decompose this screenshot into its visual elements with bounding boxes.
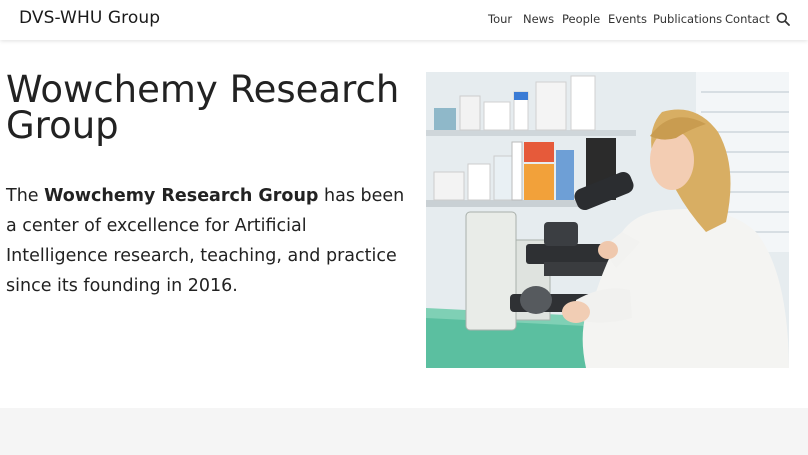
site-brand[interactable]: DVS-WHU Group bbox=[19, 8, 160, 28]
hero-title: Wowchemy Research Group bbox=[6, 68, 400, 147]
section-divider-band bbox=[0, 408, 808, 455]
nav-item-events[interactable]: Events bbox=[608, 12, 647, 26]
nav-item-people[interactable]: People bbox=[562, 12, 600, 26]
hero-description: The Wowchemy Research Group has been a c… bbox=[6, 181, 411, 301]
nav-item-contact[interactable]: Contact bbox=[725, 12, 770, 26]
nav-item-publications[interactable]: Publications bbox=[653, 12, 722, 26]
top-navbar: DVS-WHU Group Tour News People Events Pu… bbox=[0, 0, 808, 40]
nav-item-tour[interactable]: Tour bbox=[488, 12, 512, 26]
hero-image bbox=[426, 72, 789, 368]
search-icon[interactable] bbox=[776, 11, 790, 26]
hero-text-prefix: The bbox=[6, 186, 45, 206]
scientist-microscope-photo bbox=[426, 72, 789, 368]
nav-item-news[interactable]: News bbox=[523, 12, 554, 26]
hero-text-bold: Wowchemy Research Group bbox=[44, 186, 319, 206]
